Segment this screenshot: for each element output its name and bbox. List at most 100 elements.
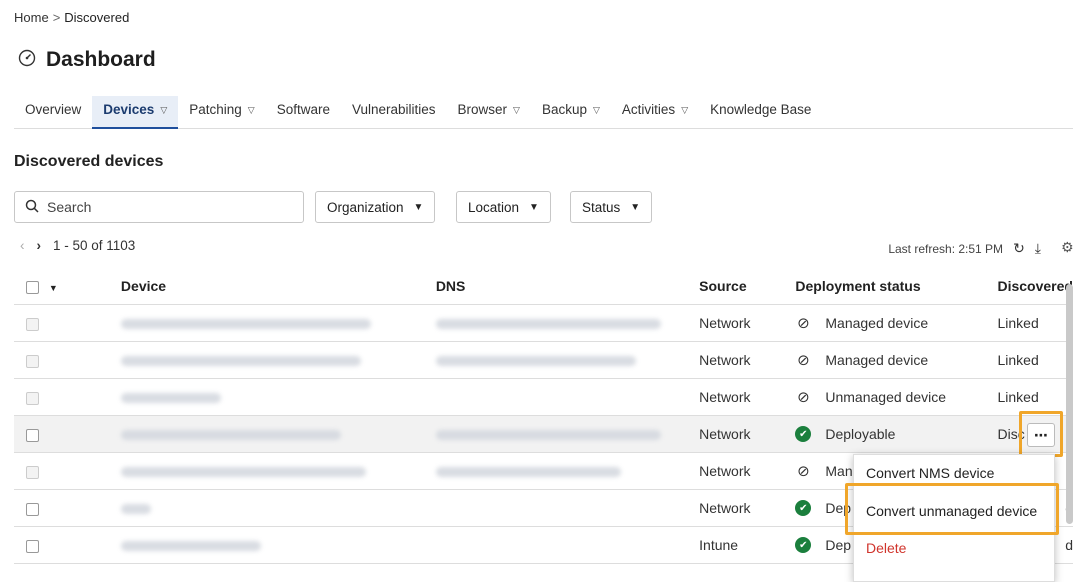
column-header-dns[interactable]: DNS [435, 268, 700, 305]
device-name-redacted [120, 393, 221, 404]
tab-activities[interactable]: Activities ▽ [611, 96, 699, 127]
dns-redacted [435, 430, 661, 441]
filter-label: Status [582, 199, 621, 215]
not-allowed-icon: ⊘ [797, 389, 810, 406]
row-checkbox [26, 465, 39, 479]
dashboard-gauge-icon [18, 49, 36, 72]
tab-bar: Overview Devices ▽ Patching ▽ Software Vul… [14, 96, 1073, 129]
tab-overview[interactable]: Overview [14, 96, 92, 127]
chevron-down-icon: ▽ [160, 105, 168, 115]
search-placeholder: Search [47, 199, 92, 215]
status-text: Unmanaged device [825, 389, 947, 405]
row-checkbox[interactable] [26, 428, 39, 442]
breadcrumb: Home > Discovered [14, 10, 129, 25]
tab-label: Devices [103, 102, 155, 117]
gear-icon[interactable]: ⚙ [1061, 239, 1073, 256]
search-icon [25, 199, 39, 216]
dns-redacted [435, 356, 636, 367]
breadcrumb-current: Discovered [64, 10, 130, 25]
tab-label: Backup [541, 102, 587, 117]
check-circle-icon: ✔ [795, 426, 812, 442]
highlight-box-actions [1019, 411, 1063, 457]
tab-label: Patching [189, 102, 242, 117]
status-text: Managed device [825, 315, 929, 331]
chevron-down-icon: ▽ [247, 105, 255, 115]
source-cell: Network [699, 378, 796, 416]
device-name-redacted [120, 430, 341, 441]
status-text: Dep [825, 537, 852, 553]
row-checkbox[interactable] [26, 539, 39, 553]
table-row[interactable]: Network ⊘ Managed device Linked [14, 304, 1073, 342]
pagination: ‹ › 1 - 50 of 1103 [20, 238, 135, 253]
table-row[interactable]: Network ⊘ Unmanaged device Linked [14, 378, 1073, 416]
tab-patching[interactable]: Patching ▽ [178, 96, 265, 127]
select-all-checkbox[interactable] [26, 280, 39, 294]
source-cell: Intune [699, 526, 796, 564]
column-header-source[interactable]: Source [699, 268, 796, 305]
tab-backup[interactable]: Backup ▽ [531, 96, 611, 127]
column-header-device[interactable]: Device [120, 268, 436, 305]
tab-label: Activities [621, 102, 676, 117]
tab-vulnerabilities[interactable]: Vulnerabilities [341, 96, 447, 127]
not-allowed-icon: ⊘ [797, 352, 810, 369]
caret-down-icon[interactable]: ▼ [49, 283, 58, 293]
tab-knowledge-base[interactable]: Knowledge Base [699, 96, 822, 127]
breadcrumb-separator: > [52, 10, 61, 25]
source-cell: Network [699, 452, 796, 490]
location-filter[interactable]: Location ▼ [456, 191, 551, 223]
check-circle-icon: ✔ [795, 500, 812, 516]
page-range: 1 - 50 of 1103 [53, 238, 136, 253]
refresh-icon[interactable]: ↻ [1013, 240, 1025, 257]
dns-redacted [435, 319, 661, 330]
select-all-header[interactable]: ▼ [14, 268, 121, 305]
device-name-redacted [120, 504, 151, 515]
tab-software[interactable]: Software [266, 96, 341, 127]
next-page-icon[interactable]: › [37, 238, 42, 253]
dns-redacted [435, 467, 621, 478]
prev-page-icon[interactable]: ‹ [20, 238, 25, 253]
search-input[interactable]: Search [14, 191, 304, 223]
source-cell: Network [699, 341, 796, 379]
column-header-discovered[interactable]: Discovered [997, 268, 1073, 305]
discovered-cell: Linked [997, 304, 1073, 342]
section-title: Discovered devices [14, 153, 164, 170]
menu-item-convert-nms-device[interactable]: Convert NMS device [866, 465, 994, 481]
row-checkbox [26, 317, 39, 331]
check-circle-icon: ✔ [795, 537, 812, 553]
table-row[interactable]: Network ✔ Deployable Disc [14, 415, 1073, 453]
source-cell: Network [699, 304, 796, 342]
row-checkbox [26, 391, 39, 405]
source-cell: Network [699, 489, 796, 527]
tab-label: Knowledge Base [710, 102, 812, 117]
column-header-deployment-status[interactable]: Deployment status [795, 268, 998, 305]
status-filter[interactable]: Status ▼ [570, 191, 653, 223]
row-checkbox[interactable] [26, 502, 39, 516]
download-icon[interactable]: ⤓ [1035, 240, 1041, 257]
tab-devices[interactable]: Devices ▽ [92, 96, 179, 129]
chevron-down-icon: ▽ [593, 105, 600, 115]
tab-browser[interactable]: Browser ▽ [447, 96, 531, 127]
last-refresh-label: Last refresh: 2:51 PM [888, 241, 1004, 256]
device-name-redacted [120, 356, 361, 367]
menu-item-delete[interactable]: Delete [866, 540, 906, 556]
source-cell: Network [699, 415, 796, 453]
highlight-box-convert-unmanaged [845, 483, 1059, 535]
not-allowed-icon: ⊘ [797, 315, 810, 332]
discovered-cell: Linked [997, 378, 1073, 416]
page-title: Dashboard [46, 48, 156, 71]
status-text: Man [825, 463, 853, 479]
breadcrumb-home[interactable]: Home [14, 10, 49, 25]
tab-label: Browser [457, 102, 508, 117]
status-text: Managed device [825, 352, 929, 368]
page-header: Dashboard [18, 48, 156, 72]
not-allowed-icon: ⊘ [797, 463, 810, 480]
status-text: Deployable [825, 426, 896, 442]
table-row[interactable]: Network ⊘ Managed device Linked [14, 341, 1073, 379]
organization-filter[interactable]: Organization ▼ [315, 191, 436, 223]
filter-label: Location [468, 199, 520, 215]
vertical-scrollbar[interactable] [1066, 284, 1073, 524]
refresh-bar: Last refresh: 2:51 PM ↻ ⤓ [888, 240, 1041, 257]
caret-down-icon: ▼ [413, 201, 424, 213]
chevron-down-icon: ▽ [513, 105, 520, 115]
row-checkbox [26, 354, 39, 368]
